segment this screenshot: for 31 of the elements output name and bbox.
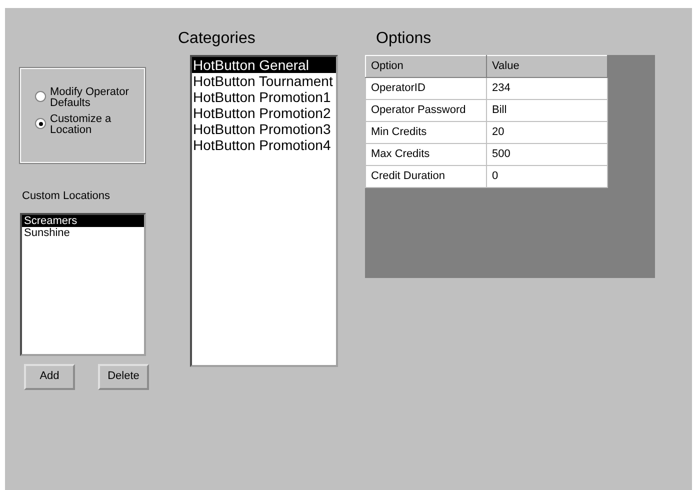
table-cell: Bill (486, 100, 608, 122)
section-title: Options (376, 31, 432, 49)
list-label: Custom Locations (22, 189, 112, 204)
radio-button[interactable] (35, 118, 46, 129)
list-item[interactable]: HotButton Promotion3 (192, 121, 336, 137)
list-item[interactable]: Sunshine (22, 226, 144, 238)
table-cell: OperatorID (366, 78, 486, 100)
locations-list[interactable]: Screamers Sunshine (20, 212, 146, 356)
table-cell: 20 (486, 122, 608, 144)
table-cell: 234 (486, 78, 608, 100)
list-item[interactable]: HotButton Tournament (192, 73, 336, 89)
list-item[interactable]: HotButton Promotion2 (192, 105, 336, 121)
add-button[interactable]: Add (24, 364, 75, 390)
list-item[interactable]: HotButton General (192, 57, 336, 73)
table-cell: Min Credits (366, 122, 486, 144)
table-cell: 500 (486, 144, 608, 166)
column-header[interactable]: Value (486, 56, 608, 78)
list-item[interactable]: HotButton Promotion4 (192, 137, 336, 153)
table-cell: Max Credits (366, 144, 486, 166)
list-item[interactable]: Screamers (22, 214, 144, 226)
radio-button[interactable] (35, 91, 46, 102)
categories-list[interactable]: HotButton General HotButton Tournament HotButton Promotion1 HotButton Promotion2 HotButton Promotion3 HotButton Promotion4 (190, 55, 338, 367)
table-cell: Credit Duration (366, 166, 486, 188)
radio-label[interactable]: Modify Operator Defaults (50, 87, 130, 109)
column-header[interactable]: Option (366, 56, 486, 78)
list-item[interactable]: HotButton Promotion1 (192, 89, 336, 105)
radio-label[interactable]: Customize a Location (50, 114, 130, 136)
table-cell: 0 (486, 166, 608, 188)
table-cell: Operator Password (366, 100, 486, 122)
section-title: Categories (178, 31, 256, 49)
delete-button[interactable]: Delete (98, 364, 149, 390)
